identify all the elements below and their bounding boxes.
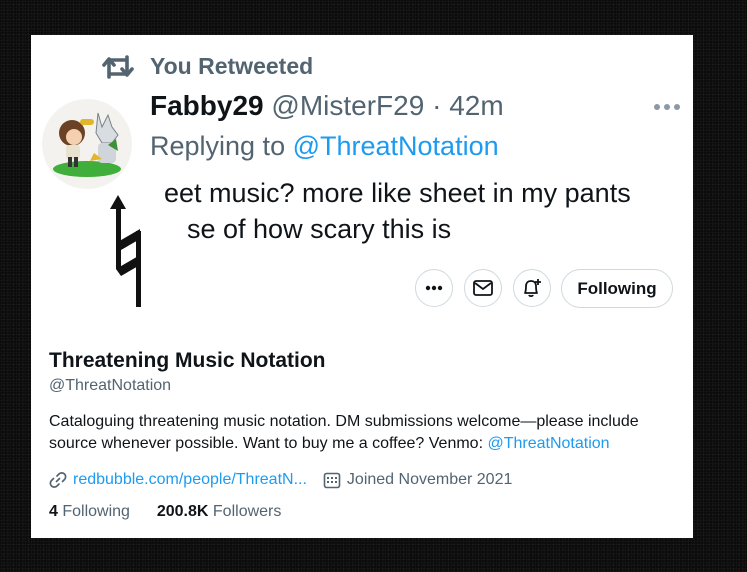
bio-line: Cataloguing threatening music notation. … [49, 413, 639, 430]
separator-dot: · [432, 90, 442, 121]
tweet-timestamp[interactable]: 42m [449, 90, 503, 121]
avatar-illustration [53, 112, 121, 177]
following-label: Following [62, 503, 130, 520]
twitter-card: You Retweeted Fabby29 @MisterF29 · 42m R… [31, 35, 693, 538]
avatar[interactable] [42, 99, 132, 189]
profile-meta: redbubble.com/people/ThreatN... Joined N… [49, 468, 512, 492]
tweet-text-line: eet music? more like sheet in my pants [164, 178, 631, 208]
envelope-icon [473, 280, 493, 296]
profile-website-link[interactable]: redbubble.com/people/ThreatN... [73, 471, 307, 489]
following-button[interactable]: Following [561, 269, 673, 308]
replying-to: Replying to @ThreatNotation [150, 131, 499, 162]
message-button[interactable] [464, 269, 502, 307]
natural-sign-arrow-icon [110, 195, 141, 307]
followers-stat[interactable]: 200.8K Followers [157, 503, 282, 520]
tweet-text-line: se of how scary this is [187, 214, 452, 244]
profile-handle: @ThreatNotation [49, 377, 172, 394]
notifications-button[interactable] [513, 269, 551, 307]
bio-line: source whenever possible. Want to buy me… [49, 433, 679, 455]
following-count: 4 [49, 503, 58, 520]
retweet-label: You Retweeted [150, 53, 314, 79]
bell-plus-icon [524, 279, 541, 298]
replying-to-link[interactable]: @ThreatNotation [293, 131, 499, 161]
tweet-text: eet music? more like sheet in my pants s… [164, 175, 684, 247]
tweet-author-line: Fabby29 @MisterF29 · 42m [150, 90, 504, 122]
bio-line-text: source whenever possible. Want to buy me… [49, 435, 488, 452]
more-horizontal-icon [425, 285, 443, 291]
profile-bio: Cataloguing threatening music notation. … [49, 411, 679, 455]
followers-count: 200.8K [156, 503, 209, 520]
profile-stats: 4 Following 200.8K Followers [49, 503, 281, 521]
retweet-icon [102, 55, 134, 79]
calendar-icon [323, 472, 341, 489]
author-handle[interactable]: @MisterF29 [271, 90, 424, 121]
bio-mention-link[interactable]: @ThreatNotation [487, 435, 609, 452]
more-horizontal-icon[interactable] [652, 101, 682, 113]
following-stat[interactable]: 4 Following [49, 503, 130, 520]
profile-name: Threatening Music Notation [49, 349, 326, 372]
more-options-button[interactable] [415, 269, 453, 307]
followers-label: Followers [212, 503, 282, 520]
replying-prefix: Replying to [150, 131, 293, 161]
joined-date: Joined November 2021 [346, 471, 513, 488]
author-display-name[interactable]: Fabby29 [150, 90, 264, 121]
link-icon [49, 472, 67, 488]
